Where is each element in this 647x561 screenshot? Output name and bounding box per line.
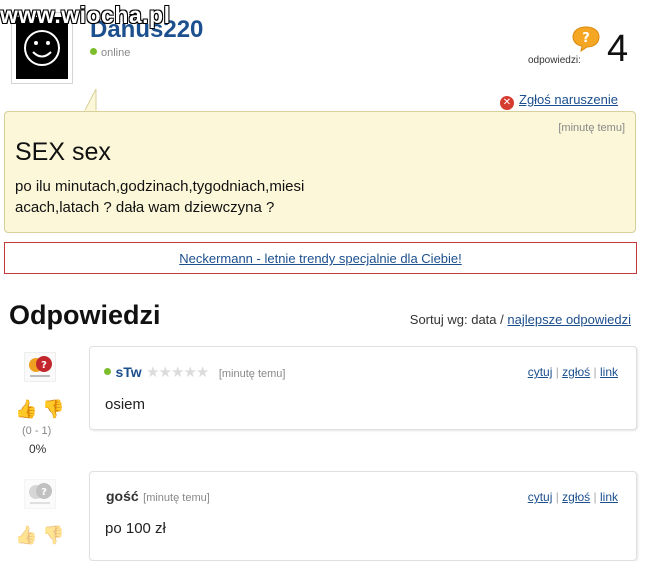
- quote-link[interactable]: cytuj: [528, 490, 553, 504]
- answer-time: [minutę temu]: [143, 492, 210, 504]
- answer-box: sTw ★★★★★ [minutę temu] cytuj | zgłoś | …: [89, 346, 637, 430]
- question-body-line: acach,latach ? dała wam dziewczyna ?: [15, 199, 275, 216]
- question-body-line: po ilu minutach,godzinach,tygodniach,mie…: [15, 178, 305, 195]
- online-dot-icon: [90, 48, 97, 55]
- svg-text:?: ?: [41, 360, 47, 371]
- thumbs-up-icon[interactable]: 👍: [15, 400, 37, 418]
- permalink-link[interactable]: link: [600, 365, 618, 379]
- report-link[interactable]: zgłoś: [562, 490, 590, 504]
- answer-box: gość [minutę temu] cytuj | zgłoś | link …: [89, 471, 637, 561]
- report-x-icon: ✕: [500, 96, 514, 110]
- question-body: po ilu minutach,godzinach,tygodniach,mie…: [15, 176, 395, 218]
- answer-avatar-icon: ?: [24, 479, 56, 509]
- question-box-tail: [80, 88, 110, 113]
- answers-heading: Odpowiedzi: [9, 300, 161, 330]
- answer-header: gość [minutę temu]: [106, 488, 210, 506]
- sort-separator: /: [500, 312, 504, 327]
- rating-stars: ★★★★★: [146, 364, 209, 381]
- thumbs-down-icon[interactable]: 👎: [42, 400, 64, 418]
- answer-avatar-icon: ?: [24, 352, 56, 382]
- sort-label: Sortuj wg:: [409, 312, 468, 327]
- question-bubble-icon: ?: [572, 26, 600, 53]
- sort-best-link[interactable]: najlepsze odpowiedzi: [507, 312, 631, 327]
- report-link[interactable]: zgłoś: [562, 365, 590, 379]
- svg-text:?: ?: [41, 487, 47, 498]
- thumbs-down-icon[interactable]: 👎: [42, 526, 64, 544]
- sort-current: data: [471, 312, 497, 327]
- online-dot-icon: [104, 368, 111, 375]
- vote-percentage: 0%: [29, 442, 47, 456]
- answer-header: sTw ★★★★★ [minutę temu]: [104, 363, 285, 382]
- answer-author: gość: [106, 488, 139, 504]
- answer-author-link[interactable]: sTw: [115, 364, 141, 380]
- sort-control: Sortuj wg: data / najlepsze odpowiedzi: [410, 312, 631, 327]
- question-time: [minutę temu]: [558, 122, 625, 134]
- permalink-link[interactable]: link: [600, 490, 618, 504]
- report-violation-link[interactable]: ✕ Zgłoś naruszenie: [500, 92, 618, 110]
- answers-count-value: 4: [607, 28, 629, 70]
- vote-range: (0 - 1): [22, 425, 52, 437]
- answer-time: [minutę temu]: [218, 368, 286, 380]
- answer-actions: cytuj | zgłoś | link: [527, 490, 618, 504]
- ad-link[interactable]: Neckermann - letnie trendy specjalnie dl…: [179, 251, 462, 266]
- thumbs-up-icon[interactable]: 👍: [15, 526, 37, 544]
- answer-text: osiem: [105, 396, 146, 413]
- svg-text:?: ?: [582, 31, 590, 46]
- online-status: online: [90, 47, 130, 59]
- answer-text: po 100 zł: [105, 520, 166, 537]
- quote-link[interactable]: cytuj: [528, 365, 553, 379]
- answers-count-label: odpowiedzi:: [528, 55, 581, 66]
- online-label: online: [101, 47, 131, 59]
- ad-banner: Neckermann - letnie trendy specjalnie dl…: [4, 242, 637, 274]
- watermark: www.wiocha.pl: [0, 2, 171, 28]
- question-title: SEX sex: [15, 138, 111, 166]
- report-label: Zgłoś naruszenie: [519, 92, 618, 107]
- answer-actions: cytuj | zgłoś | link: [527, 365, 618, 379]
- question-box: [minutę temu] SEX sex po ilu minutach,go…: [4, 111, 636, 233]
